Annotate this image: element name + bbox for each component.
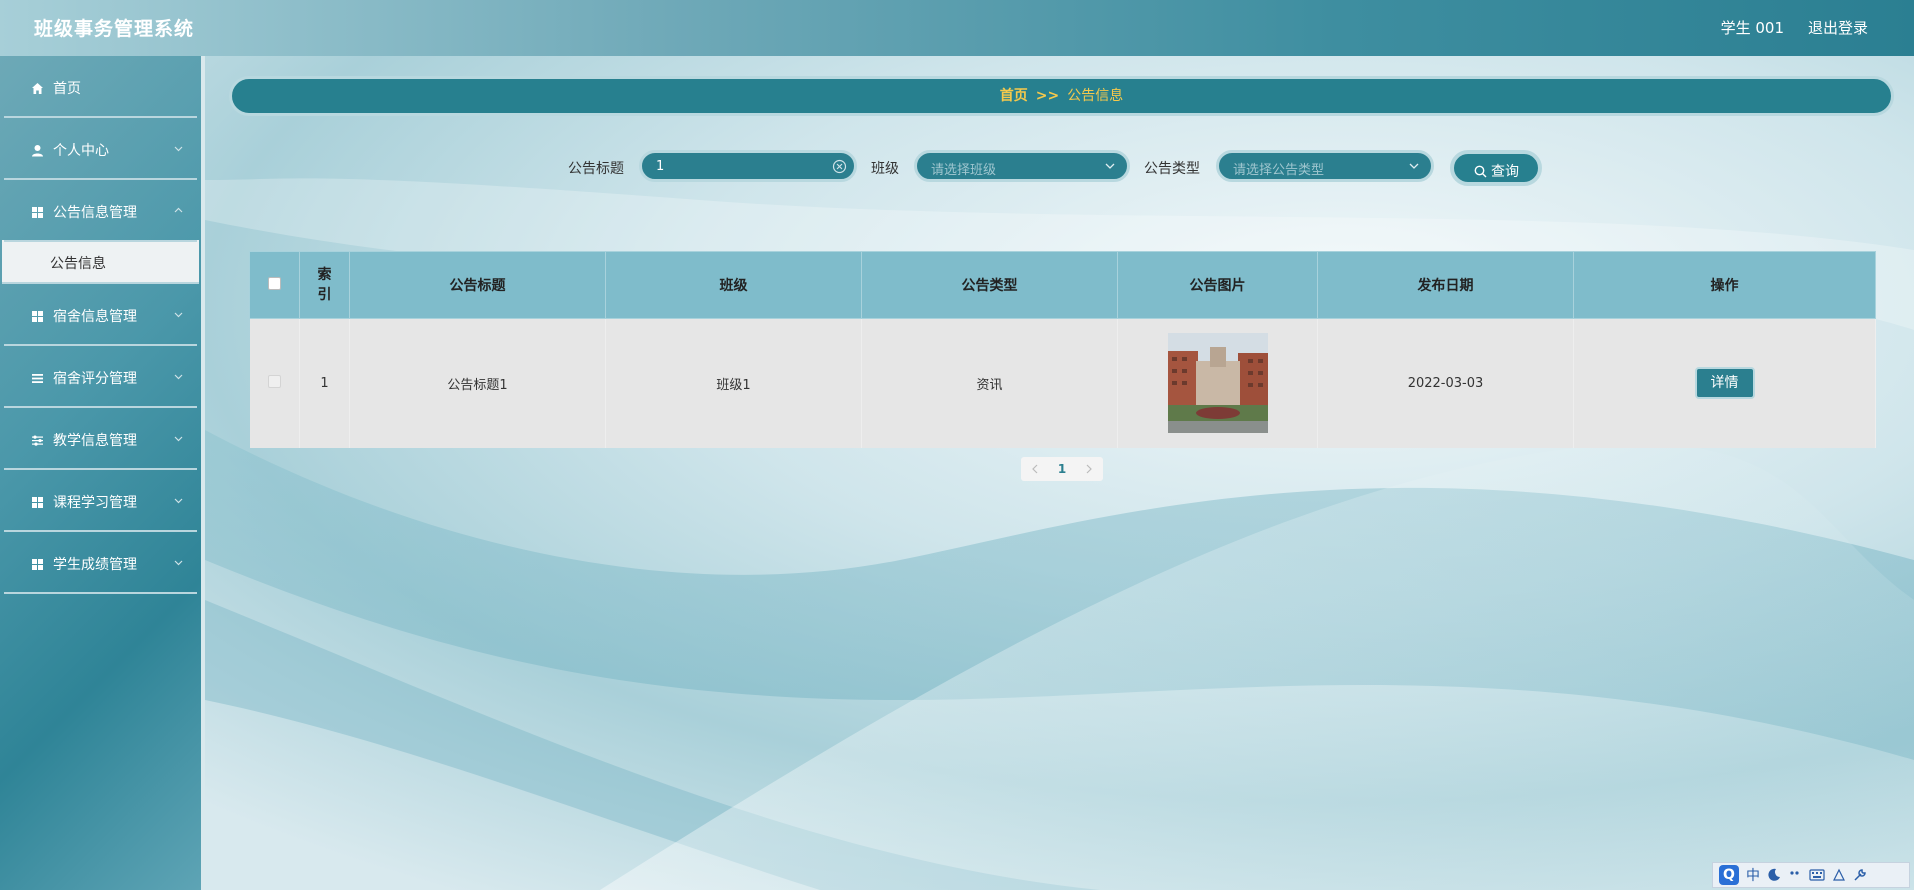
sidebar-item-teaching-info[interactable]: 教学信息管理 xyxy=(4,408,197,470)
punctuation-icon[interactable] xyxy=(1788,868,1802,882)
column-header-index: 索引 xyxy=(299,251,350,319)
top-header: 班级事务管理系统 学生 001 退出登录 xyxy=(0,0,1914,56)
row-action-cell: 详情 xyxy=(1573,318,1876,448)
sidebar-item-label: 公告信息管理 xyxy=(53,205,137,221)
ime-logo-icon[interactable]: Q xyxy=(1719,865,1739,885)
column-header-title: 公告标题 xyxy=(349,251,606,319)
chevron-left-icon[interactable] xyxy=(1031,464,1039,474)
grid-icon xyxy=(30,205,44,219)
user-label: 学生 001 xyxy=(1720,19,1784,37)
type-filter-label: 公告类型 xyxy=(1144,161,1200,177)
row-class: 班级1 xyxy=(605,318,862,448)
sidebar-item-label: 教学信息管理 xyxy=(53,433,137,449)
wrench-icon[interactable] xyxy=(1853,868,1867,882)
breadcrumb: 首页 >> 公告信息 xyxy=(229,76,1894,116)
sidebar-item-label: 首页 xyxy=(53,81,81,97)
chevron-down-icon xyxy=(174,498,183,504)
detail-button[interactable]: 详情 xyxy=(1694,367,1755,400)
row-checkbox[interactable] xyxy=(267,374,281,388)
sidebar-subitem-notice-info[interactable]: 公告信息 xyxy=(2,240,199,284)
column-header-type: 公告类型 xyxy=(861,251,1118,319)
keyboard-icon[interactable] xyxy=(1809,868,1825,882)
select-all-checkbox[interactable] xyxy=(268,276,281,290)
title-search-input[interactable]: 1 xyxy=(639,150,857,182)
column-header-image: 公告图片 xyxy=(1117,251,1318,319)
chevron-up-icon xyxy=(174,207,183,213)
title-filter-label: 公告标题 xyxy=(568,161,624,177)
query-button-label: 查询 xyxy=(1491,164,1519,180)
chevron-down-icon xyxy=(1105,163,1115,169)
title-search-value: 1 xyxy=(656,159,665,174)
row-index: 1 xyxy=(299,318,350,448)
sidebar-item-notice-management[interactable]: 公告信息管理 xyxy=(4,180,197,242)
moon-icon[interactable] xyxy=(1767,868,1781,882)
column-header-class: 班级 xyxy=(605,251,862,319)
logout-link[interactable]: 退出登录 xyxy=(1808,17,1868,38)
sliders-icon xyxy=(30,433,44,447)
sidebar-item-home[interactable]: 首页 xyxy=(4,56,197,118)
chevron-down-icon xyxy=(1409,163,1419,169)
chevron-down-icon xyxy=(174,374,183,380)
grid-icon xyxy=(30,495,44,509)
type-select-placeholder: 请选择公告类型 xyxy=(1233,163,1325,178)
sidebar-item-label: 学生成绩管理 xyxy=(53,557,137,573)
column-header-date: 发布日期 xyxy=(1317,251,1574,319)
sidebar-item-course-study[interactable]: 课程学习管理 xyxy=(4,470,197,532)
type-select[interactable]: 请选择公告类型 xyxy=(1216,150,1434,182)
notice-table: 索引 公告标题 班级 公告类型 公告图片 发布日期 操作 1 公告标题1 班级1… xyxy=(249,251,1876,448)
sidebar-item-label: 宿舍评分管理 xyxy=(53,371,137,387)
search-bar: 公告标题 1 班级 请选择班级 公告类型 请选择公告类型 查询 xyxy=(0,150,1914,186)
grid-icon xyxy=(30,309,44,323)
pagination: 1 xyxy=(1021,457,1103,481)
home-icon xyxy=(30,81,44,95)
table-row: 1 公告标题1 班级1 资讯 2022-03-03 详情 xyxy=(249,318,1876,448)
class-filter-label: 班级 xyxy=(871,161,899,177)
chevron-down-icon xyxy=(174,312,183,318)
grid-icon xyxy=(30,557,44,571)
class-select-placeholder: 请选择班级 xyxy=(931,163,997,178)
chevron-down-icon xyxy=(174,436,183,442)
school-building-image[interactable] xyxy=(1167,333,1268,434)
ime-mode[interactable]: 中 xyxy=(1746,865,1760,885)
row-date: 2022-03-03 xyxy=(1317,318,1574,448)
sidebar-item-student-grades[interactable]: 学生成绩管理 xyxy=(4,532,197,594)
row-title: 公告标题1 xyxy=(349,318,606,448)
skin-icon[interactable] xyxy=(1832,868,1846,882)
breadcrumb-home-link[interactable]: 首页 xyxy=(1000,88,1028,104)
sidebar-item-dorm-management[interactable]: 宿舍信息管理 xyxy=(4,284,197,346)
breadcrumb-current: 公告信息 xyxy=(1067,88,1124,104)
row-type: 资讯 xyxy=(861,318,1118,448)
app-title: 班级事务管理系统 xyxy=(34,18,195,40)
class-select[interactable]: 请选择班级 xyxy=(914,150,1130,182)
query-button[interactable]: 查询 xyxy=(1450,150,1542,186)
select-all-cell xyxy=(249,251,300,319)
sidebar-item-label: 课程学习管理 xyxy=(53,495,137,511)
column-header-action: 操作 xyxy=(1573,251,1876,319)
sidebar-item-label: 宿舍信息管理 xyxy=(53,309,137,325)
chevron-right-icon[interactable] xyxy=(1085,464,1093,474)
row-select-cell xyxy=(249,318,300,448)
table-header-row: 索引 公告标题 班级 公告类型 公告图片 发布日期 操作 xyxy=(249,251,1876,319)
chevron-down-icon xyxy=(174,560,183,566)
search-icon xyxy=(1474,165,1487,178)
ime-toolbar: Q 中 xyxy=(1712,862,1910,888)
clear-icon[interactable] xyxy=(832,159,847,174)
row-image-cell xyxy=(1117,318,1318,448)
breadcrumb-separator: >> xyxy=(1035,88,1060,104)
sidebar-item-dorm-scoring[interactable]: 宿舍评分管理 xyxy=(4,346,197,408)
list-icon xyxy=(30,371,44,385)
page-number[interactable]: 1 xyxy=(1058,462,1066,476)
